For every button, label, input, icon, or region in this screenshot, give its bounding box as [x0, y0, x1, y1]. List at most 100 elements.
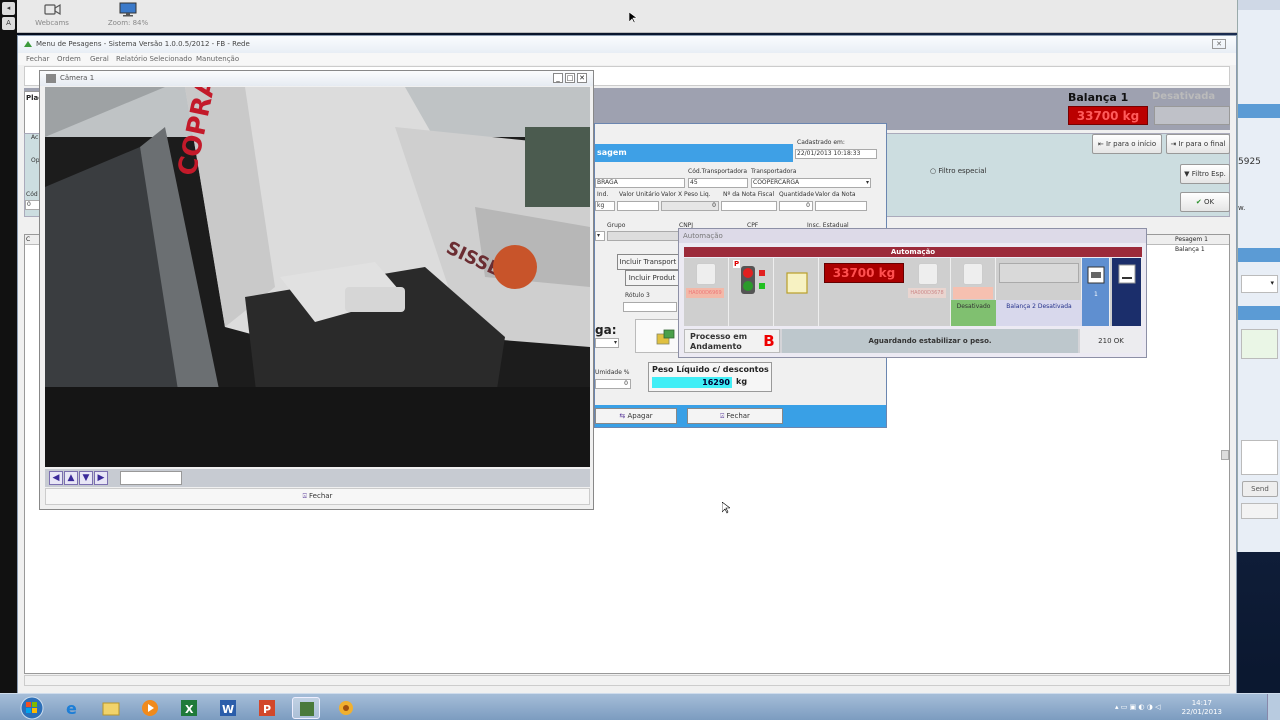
camera-feed-image: COPRAGA SISSEYS [45, 87, 590, 467]
transportadora-select[interactable]: COOPERCARGA ▾ [751, 178, 871, 188]
quantidade-value: 0 [806, 202, 810, 209]
filtro-especial-label: Filtro especial [938, 167, 987, 175]
menu-geral[interactable]: Geral [90, 55, 109, 63]
windows-start-icon[interactable] [20, 696, 44, 720]
automacao-panel: HA000D6969 P 33700 kg HA000D3678 Desativ… [684, 258, 1142, 326]
camera-zoom-slider[interactable] [120, 471, 182, 485]
valor-unitario-field[interactable] [617, 201, 659, 211]
filtro-esp-label: Filtro Esp. [1191, 170, 1226, 178]
webcams-button[interactable]: Webcams [17, 2, 87, 27]
ticket-icon[interactable] [1118, 264, 1136, 284]
cod-label: Cód [26, 191, 38, 198]
counter-cell: 1 [1082, 258, 1110, 326]
filtro-esp-button[interactable]: ▼ Filtro Esp. [1180, 164, 1230, 184]
ir-para-inicio-label: Ir para o início [1105, 140, 1157, 148]
grid-scrollbar-thumb[interactable] [1221, 450, 1229, 460]
valor-unitario-label: Valor Unitário [619, 191, 660, 198]
filtro-especial-radio[interactable]: ○ Filtro especial [930, 167, 986, 175]
grid-cell-balanca[interactable]: Balança 1 [1175, 246, 1205, 253]
minimize-icon[interactable]: _ [553, 73, 563, 83]
ind-value: kg [597, 202, 605, 209]
side-window-message-box[interactable] [1241, 440, 1278, 475]
pan-down-icon[interactable]: ▼ [79, 471, 93, 485]
grupo-select[interactable]: ▾ [595, 231, 605, 241]
folder-icon[interactable] [97, 697, 125, 719]
edge-icon-2[interactable]: A [2, 17, 15, 30]
menu-ordem[interactable]: Ordem [57, 55, 81, 63]
word-icon[interactable]: W [214, 697, 242, 719]
internet-explorer-icon[interactable]: e [58, 697, 86, 719]
umidade-label: Umidade % [595, 369, 630, 376]
ir-para-final-button[interactable]: ⇥ Ir para o final [1166, 134, 1230, 154]
powerpoint-icon[interactable]: P [253, 697, 281, 719]
cadastrado-label: Cadastrado em: [797, 139, 845, 146]
sensor-icon [963, 263, 983, 285]
menu-relatorio[interactable]: Relatório Selecionado [116, 55, 192, 63]
camera-fechar-button[interactable]: ⍓ Fechar [45, 488, 590, 505]
main-titlebar: Menu de Pesagens - Sistema Versão 1.0.0.… [18, 36, 1236, 53]
incluir-produto-button[interactable]: Incluir Produt [625, 270, 679, 286]
barrier-gate-icon [786, 272, 808, 294]
umidade-field[interactable]: 0 [595, 379, 631, 389]
cadastrado-field: 22/01/2013 10:18:33 [795, 149, 877, 159]
camera-window: Câmera 1 _ □ ✕ COPRAGA SISSEYS ◀ ▲ ▼ ▶ ⍓… [39, 70, 594, 510]
door-exit-icon: ⍓ [720, 412, 725, 420]
sensor-2-id: HA000D3678 [908, 288, 946, 298]
svg-text:P: P [263, 703, 271, 716]
horizontal-scrollbar[interactable] [24, 675, 1230, 686]
system-tray-icons[interactable]: ▴ ▭ ▣ ◐ ◑ ◁ [1115, 703, 1160, 711]
empresa-field[interactable]: BRAGA [595, 178, 685, 188]
desativado-indicator [953, 287, 993, 299]
ir-para-inicio-button[interactable]: ⇤ Ir para o início [1092, 134, 1162, 154]
rotulo3-field[interactable] [623, 302, 677, 312]
side-chat-window: 5925 w. ▾ Send [1237, 0, 1280, 552]
dropdown-arrow-icon: ▾ [1270, 279, 1274, 287]
scale2-display [1154, 106, 1230, 125]
send-button[interactable]: Send [1242, 481, 1278, 497]
pan-left-icon[interactable]: ◀ [49, 471, 63, 485]
close-icon[interactable]: ✕ [577, 73, 587, 83]
pesagem-app-task-icon[interactable] [292, 697, 320, 719]
quantidade-label: Quantidade [779, 191, 815, 198]
side-window-input[interactable] [1241, 503, 1278, 519]
grupo-field[interactable] [607, 231, 687, 241]
edge-icon-1[interactable]: ◂ [2, 2, 15, 15]
nota-fiscal-field[interactable] [721, 201, 777, 211]
quantidade-field[interactable]: 0 [779, 201, 813, 211]
ind-field[interactable]: kg [595, 201, 615, 211]
sensor-2-cell: HA000D3678 [906, 258, 951, 326]
peso-liquido-value: 16290 [652, 377, 732, 388]
umidade-value: 0 [624, 380, 628, 387]
pan-up-icon[interactable]: ▲ [64, 471, 78, 485]
sensor-icon [696, 263, 716, 285]
media-player-icon[interactable] [136, 697, 164, 719]
valor-nota-field[interactable] [815, 201, 867, 211]
menu-fechar[interactable]: Fechar [26, 55, 49, 63]
apagar-button[interactable]: ⇆ Apagar [595, 408, 677, 424]
grid-col-pesagem[interactable]: Pesagem 1 [1175, 236, 1208, 243]
peso-liquido-panel: Peso Líquido c/ descontos 16290 kg [648, 362, 772, 392]
printer-icon[interactable] [1087, 266, 1105, 284]
flower-app-icon[interactable] [332, 697, 360, 719]
side-window-dropdown[interactable]: ▾ [1241, 275, 1278, 293]
pesagem-fechar-button[interactable]: ⍓ Fechar [687, 408, 783, 424]
app-scale-icon [24, 41, 32, 47]
cod-transportadora-field[interactable]: 45 [688, 178, 748, 188]
pesagem-band: sagem [595, 144, 793, 162]
pan-right-icon[interactable]: ▶ [94, 471, 108, 485]
taskbar-clock[interactable]: 14:17 22/01/2013 [1182, 699, 1222, 717]
apagar-label: Apagar [627, 412, 653, 420]
ok-label: OK [1204, 198, 1215, 206]
show-desktop-button[interactable] [1267, 694, 1280, 720]
svg-text:W: W [222, 703, 234, 716]
incluir-produto-label: Incluir Produt [628, 274, 676, 282]
menu-manutencao[interactable]: Manutenção [196, 55, 239, 63]
zoom-button[interactable]: Zoom: 84% [93, 2, 163, 27]
incluir-transportadora-button[interactable]: Incluir Transport [617, 254, 679, 270]
maximize-icon[interactable]: □ [565, 73, 575, 83]
ok-button[interactable]: ✔ OK [1180, 192, 1230, 212]
carga-select[interactable]: ▾ [595, 338, 619, 348]
ind-label: Ind. [597, 191, 609, 198]
excel-icon[interactable]: X [175, 697, 203, 719]
close-icon[interactable]: ✕ [1212, 39, 1226, 49]
